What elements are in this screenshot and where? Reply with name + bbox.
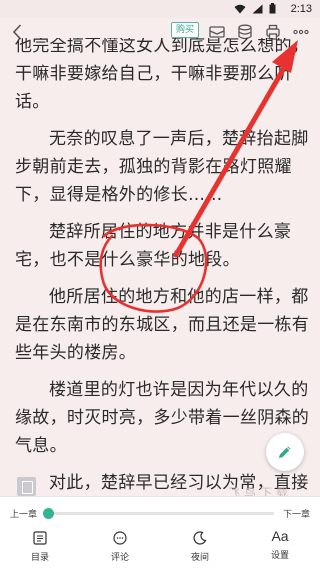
prev-chapter-button[interactable]: 上一章 — [10, 507, 37, 520]
bottom-nav: 目录 评论 夜间 Aa 设置 — [0, 527, 320, 570]
edit-button[interactable] — [266, 433, 304, 471]
reader-control-panel: 上一章 下一章 目录 评论 夜间 Aa 设置 — [0, 496, 320, 570]
paragraph: 无奈的叹息了一声后，楚辞抬起脚步朝前走去，孤独的背影在路灯照耀下，显得是格外的修… — [15, 129, 309, 205]
comment-icon — [113, 531, 127, 545]
nav-item-settings[interactable]: Aa 设置 — [240, 527, 320, 570]
signal-icon — [252, 4, 263, 13]
nav-item-label: 评论 — [110, 553, 129, 563]
nav-item-comments[interactable]: 评论 — [80, 527, 160, 570]
status-time: 2:13 — [290, 3, 312, 15]
font-size-icon: Aa — [271, 528, 289, 544]
progress-thumb[interactable] — [43, 508, 55, 519]
document-thumbnail-icon — [17, 477, 36, 496]
moon-icon — [193, 531, 207, 545]
pencil-icon — [279, 446, 291, 458]
nav-item-label: 设置 — [270, 551, 289, 561]
next-chapter-button[interactable]: 下一章 — [283, 507, 310, 520]
wifi-icon — [234, 4, 246, 13]
status-icons — [234, 3, 276, 14]
nav-item-night-mode[interactable]: 夜间 — [160, 527, 240, 570]
nav-item-label: 目录 — [30, 553, 49, 563]
nav-item-contents[interactable]: 目录 — [0, 527, 80, 570]
buy-button[interactable]: 购买 — [171, 22, 199, 38]
progress-slider[interactable] — [43, 508, 274, 519]
chapter-text: 他完全搞不懂这女人到底是怎么想的，干嘛非要嫁给自己，干嘛非要那么听话。 无奈的叹… — [15, 38, 310, 496]
nav-item-label: 夜间 — [190, 553, 209, 563]
paragraph: 他完全搞不懂这女人到底是怎么想的，干嘛非要嫁给自己，干嘛非要那么听话。 — [15, 38, 310, 112]
list-icon — [33, 531, 47, 545]
battery-icon — [269, 3, 276, 14]
paragraph: 他所居住的地方和他的店一样，都是在东南市的东城区，而且还是一栋有些年头的楼房。 — [15, 287, 310, 363]
status-bar: 2:13 — [0, 0, 320, 18]
paragraph: 楚辞所居住的地方并非是什么豪宅，也不是什么豪华的地段。 — [15, 222, 292, 270]
